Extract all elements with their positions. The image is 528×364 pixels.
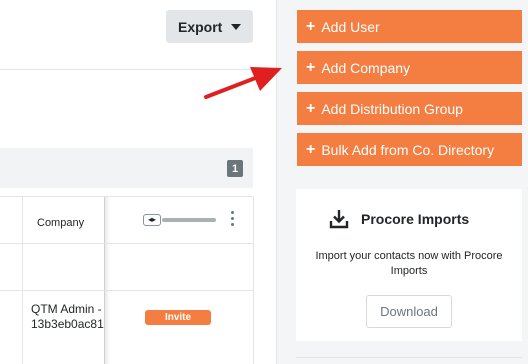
column-divider [22, 197, 23, 364]
add-user-button[interactable]: + Add User [297, 10, 522, 43]
imports-description: Import your contacts now with Procore Im… [315, 250, 503, 277]
action-label: Add Company [321, 59, 411, 76]
imports-card: Procore Imports Import your contacts now… [296, 189, 522, 341]
plus-icon: + [306, 58, 316, 76]
sticky-column-shadow [104, 197, 110, 364]
company-line-2: 13b3eb0ac81 [31, 317, 104, 331]
company-line-1: QTM Admin - [31, 302, 102, 316]
header-row-divider [0, 243, 253, 244]
action-label: Add Distribution Group [321, 100, 463, 117]
red-arrow-icon [204, 67, 282, 99]
resize-handle-icon[interactable]: ◂▸ [143, 214, 161, 226]
table-cell-company: QTM Admin - 13b3eb0ac81 [31, 302, 104, 332]
action-label: Add User [321, 18, 380, 35]
filter-row-divider [0, 290, 253, 291]
column-header-company[interactable]: Company [37, 217, 84, 229]
page-number-badge[interactable]: 1 [227, 160, 243, 177]
plus-icon: + [306, 17, 316, 35]
imports-title: Procore Imports [361, 211, 470, 227]
add-distribution-group-button[interactable]: + Add Distribution Group [297, 92, 522, 125]
table-right-border [253, 197, 254, 364]
caret-down-icon [231, 24, 241, 30]
download-tray-icon [329, 210, 349, 229]
export-label: Export [178, 18, 223, 35]
action-label: Bulk Add from Co. Directory [321, 141, 495, 158]
column-width-slider[interactable] [162, 218, 216, 222]
pagination-bar [0, 148, 253, 188]
plus-icon: + [306, 140, 316, 158]
add-company-button[interactable]: + Add Company [297, 51, 522, 84]
table-top-border [0, 196, 253, 197]
export-button[interactable]: Export [166, 10, 253, 43]
bulk-add-button[interactable]: + Bulk Add from Co. Directory [297, 133, 522, 166]
invite-button[interactable]: Invite [145, 310, 211, 325]
panel-divider [296, 357, 522, 358]
download-button[interactable]: Download [366, 295, 452, 328]
plus-icon: + [306, 99, 316, 117]
kebab-icon[interactable] [231, 211, 235, 229]
